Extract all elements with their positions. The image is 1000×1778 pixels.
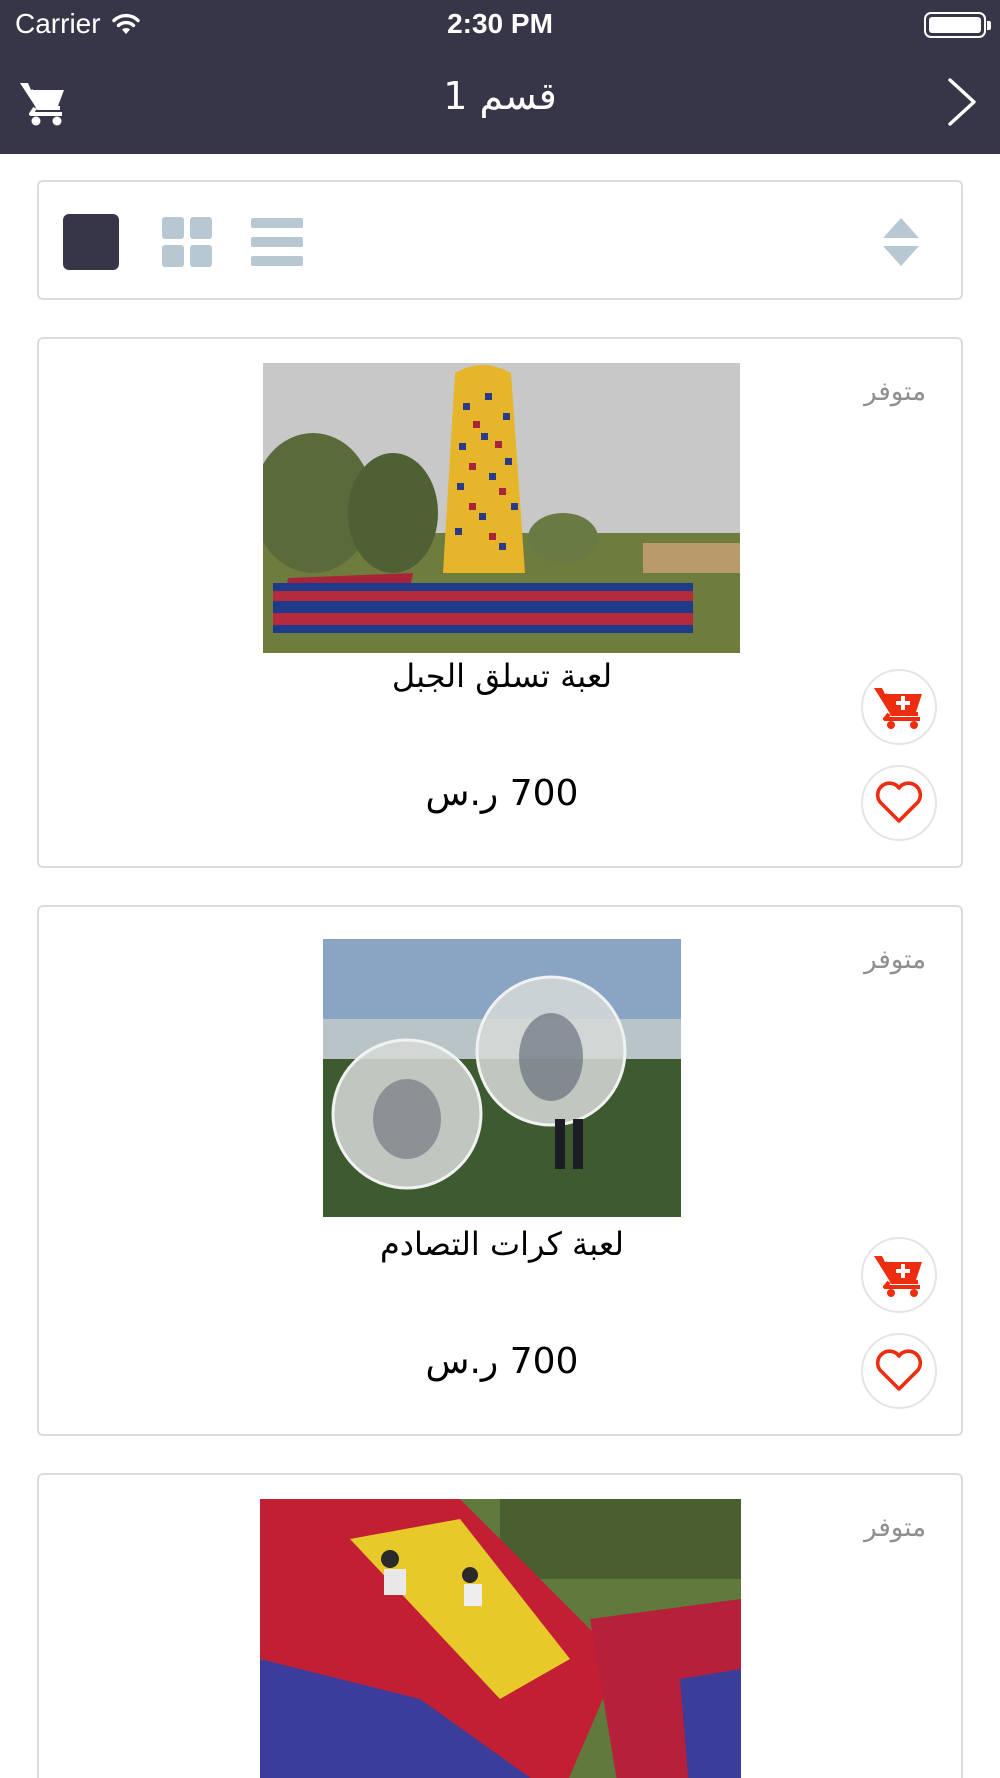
product-image-climbing-wall[interactable] [263,363,740,653]
product-price: 700 ر.س [425,1341,579,1382]
favorite-button[interactable] [861,765,937,841]
single-view-button[interactable] [63,214,119,270]
sort-button[interactable] [881,214,921,270]
availability-label: متوفر [864,945,926,975]
product-image-bubble-balls[interactable] [323,939,681,1217]
grid-view-button[interactable] [159,214,215,270]
product-image-inflatable-slide[interactable] [260,1499,741,1778]
navigation-bar: قسم 1 [0,60,1000,140]
heart-icon [875,1349,923,1391]
status-time: 2:30 PM [447,8,553,39]
heart-icon [875,781,923,823]
product-card[interactable]: متوفر لعبة تسلق الجبل 700 ر.س [37,337,963,868]
app-header: Carrier 2:30 PM قسم 1 [0,0,1000,154]
list-icon [251,218,303,266]
cart-plus-icon [874,688,922,729]
status-bar: Carrier 2:30 PM [0,0,1000,52]
sort-arrows-icon [883,218,919,266]
square-icon [63,214,119,270]
forward-button[interactable] [944,76,980,128]
product-name: لعبة تسلق الجبل [391,657,613,695]
availability-label: متوفر [864,1513,926,1543]
chevron-right-icon [948,78,976,126]
page-title: قسم 1 [443,74,557,118]
add-to-cart-button[interactable] [861,669,937,745]
availability-label: متوفر [864,377,926,407]
battery-icon [924,12,991,38]
product-name: لعبة كرات التصادم [379,1225,625,1263]
cart-plus-icon [874,1256,922,1297]
view-toolbar [37,180,963,300]
list-view-button[interactable] [249,214,305,270]
grid-icon [162,217,212,267]
add-to-cart-button[interactable] [861,1237,937,1313]
product-card[interactable]: متوفر [37,1473,963,1778]
product-price: 700 ر.س [425,773,579,814]
product-card[interactable]: متوفر لعبة كرات التصادم 700 ر.س [37,905,963,1436]
favorite-button[interactable] [861,1333,937,1409]
